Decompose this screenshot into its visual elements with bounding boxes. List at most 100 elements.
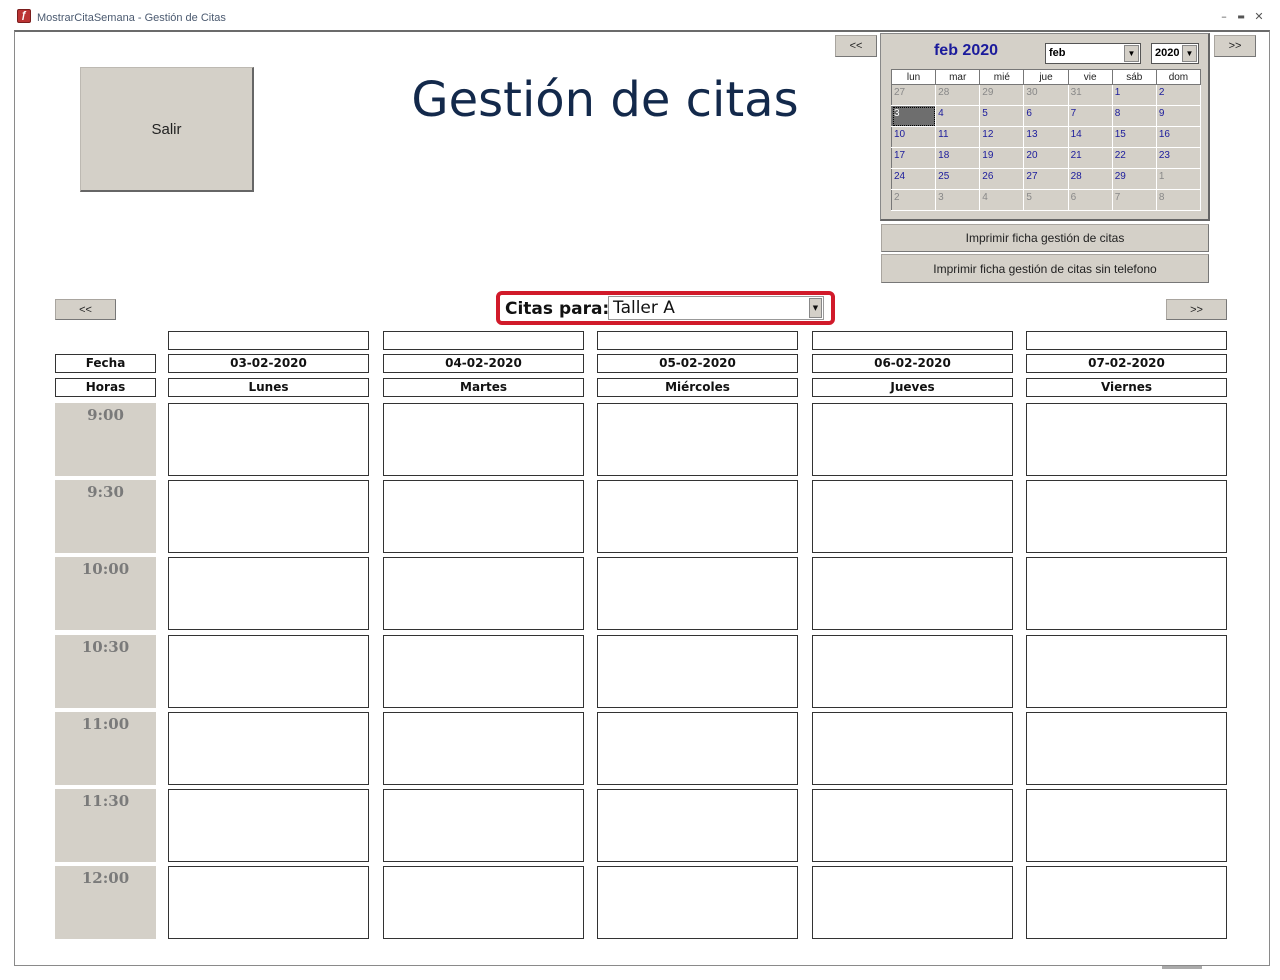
calendar-day-cell[interactable]: 28 [1067, 168, 1113, 190]
calendar-day-cell[interactable]: 12 [979, 126, 1025, 148]
calendar-day-cell[interactable]: 3 [890, 105, 937, 127]
calendar-day-cell[interactable]: 7 [1111, 189, 1157, 211]
appointment-cell[interactable] [812, 557, 1013, 630]
appointment-cell[interactable] [383, 635, 584, 708]
dropdown-arrow-icon[interactable]: ▼ [1124, 45, 1139, 62]
appointment-cell[interactable] [1026, 712, 1227, 785]
appointment-cell[interactable] [168, 635, 369, 708]
week-next-button[interactable]: >> [1166, 299, 1227, 320]
maximize-icon[interactable]: ▬ [1234, 11, 1248, 23]
calendar-day-cell[interactable]: 28 [935, 84, 981, 106]
calendar-day-cell[interactable]: 29 [979, 84, 1025, 106]
week-prev-button[interactable]: << [55, 299, 116, 320]
calendar-day-cell[interactable]: 2 [1155, 84, 1202, 106]
calendar-day-cell[interactable]: 4 [935, 105, 981, 127]
appointment-cell[interactable] [812, 635, 1013, 708]
calendar-day-cell[interactable]: 24 [890, 168, 937, 190]
appointment-cell[interactable] [597, 712, 798, 785]
calendar-day-cell[interactable]: 21 [1067, 147, 1113, 169]
appointment-cell[interactable] [383, 866, 584, 939]
appointment-cell[interactable] [812, 403, 1013, 476]
day-note-field[interactable] [1026, 331, 1227, 350]
calendar-day-cell[interactable]: 6 [1067, 189, 1113, 211]
appointment-cell[interactable] [383, 480, 584, 553]
calendar-day-cell[interactable]: 2 [890, 189, 937, 211]
appointment-cell[interactable] [383, 789, 584, 862]
appointment-cell[interactable] [168, 480, 369, 553]
appointment-cell[interactable] [1026, 866, 1227, 939]
day-note-field[interactable] [597, 331, 798, 350]
calendar-day-cell[interactable]: 6 [1023, 105, 1069, 127]
calendar-day-cell[interactable]: 3 [935, 189, 981, 211]
calendar-day-cell[interactable]: 4 [979, 189, 1025, 211]
appointment-cell[interactable] [1026, 789, 1227, 862]
calendar-day-cell[interactable]: 11 [935, 126, 981, 148]
appointment-cell[interactable] [1026, 403, 1227, 476]
day-note-field[interactable] [168, 331, 369, 350]
calendar-day-cell[interactable]: 20 [1023, 147, 1069, 169]
taller-select[interactable]: Taller A ▼ [608, 296, 824, 320]
calendar-day-cell[interactable]: 18 [935, 147, 981, 169]
calendar-day-cell[interactable]: 27 [890, 84, 937, 106]
calendar-day-cell[interactable]: 15 [1111, 126, 1157, 148]
calendar-day-cell[interactable]: 5 [1023, 189, 1069, 211]
calendar-next-button[interactable]: >> [1214, 35, 1256, 57]
calendar-day-cell[interactable]: 23 [1155, 147, 1202, 169]
calendar-day-cell[interactable]: 1 [1155, 168, 1202, 190]
scrollbar[interactable] [1162, 966, 1202, 969]
appointment-cell[interactable] [1026, 480, 1227, 553]
day-note-field[interactable] [383, 331, 584, 350]
calendar-day-cell[interactable]: 13 [1023, 126, 1069, 148]
appointment-cell[interactable] [597, 866, 798, 939]
calendar-day-cell[interactable]: 7 [1067, 105, 1113, 127]
calendar-prev-button[interactable]: << [835, 35, 877, 57]
calendar-day-cell[interactable]: 30 [1023, 84, 1069, 106]
month-select[interactable]: feb ▼ [1045, 43, 1141, 64]
print-appointments-button[interactable]: Imprimir ficha gestión de citas [881, 224, 1209, 252]
appointment-cell[interactable] [168, 403, 369, 476]
minimize-icon[interactable]: – [1217, 11, 1231, 23]
appointment-cell[interactable] [597, 557, 798, 630]
dropdown-arrow-icon[interactable]: ▼ [1182, 45, 1197, 62]
appointment-cell[interactable] [168, 789, 369, 862]
calendar-day-cell[interactable]: 27 [1023, 168, 1069, 190]
calendar-day-cell[interactable]: 1 [1111, 84, 1157, 106]
calendar-day-cell[interactable]: 31 [1067, 84, 1113, 106]
calendar-day-cell[interactable]: 9 [1155, 105, 1202, 127]
appointment-cell[interactable] [1026, 635, 1227, 708]
calendar-day-cell[interactable]: 17 [890, 147, 937, 169]
appointment-cell[interactable] [597, 635, 798, 708]
appointment-cell[interactable] [812, 866, 1013, 939]
exit-button[interactable]: Salir [80, 67, 254, 192]
appointment-cell[interactable] [168, 557, 369, 630]
calendar-day-cell[interactable]: 22 [1111, 147, 1157, 169]
appointment-cell[interactable] [383, 712, 584, 785]
appointment-cell[interactable] [597, 480, 798, 553]
day-name: Viernes [1026, 378, 1227, 397]
calendar-day-cell[interactable]: 10 [890, 126, 937, 148]
appointment-cell[interactable] [812, 789, 1013, 862]
calendar-day-cell[interactable]: 16 [1155, 126, 1202, 148]
print-appointments-no-phone-button[interactable]: Imprimir ficha gestión de citas sin tele… [881, 254, 1209, 283]
appointment-cell[interactable] [597, 789, 798, 862]
appointment-cell[interactable] [168, 712, 369, 785]
calendar-day-cell[interactable]: 19 [979, 147, 1025, 169]
year-select[interactable]: 2020 ▼ [1151, 43, 1199, 64]
appointment-cell[interactable] [812, 480, 1013, 553]
calendar-day-cell[interactable]: 14 [1067, 126, 1113, 148]
appointment-cell[interactable] [597, 403, 798, 476]
calendar-day-cell[interactable]: 25 [935, 168, 981, 190]
appointment-cell[interactable] [383, 557, 584, 630]
appointment-cell[interactable] [383, 403, 584, 476]
day-note-field[interactable] [812, 331, 1013, 350]
calendar-day-cell[interactable]: 26 [979, 168, 1025, 190]
appointment-cell[interactable] [168, 866, 369, 939]
close-icon[interactable]: ✕ [1252, 11, 1266, 23]
calendar-day-cell[interactable]: 5 [979, 105, 1025, 127]
dropdown-arrow-icon[interactable]: ▼ [809, 298, 822, 318]
calendar-day-cell[interactable]: 8 [1111, 105, 1157, 127]
appointment-cell[interactable] [1026, 557, 1227, 630]
calendar-day-cell[interactable]: 29 [1111, 168, 1157, 190]
appointment-cell[interactable] [812, 712, 1013, 785]
calendar-day-cell[interactable]: 8 [1155, 189, 1202, 211]
